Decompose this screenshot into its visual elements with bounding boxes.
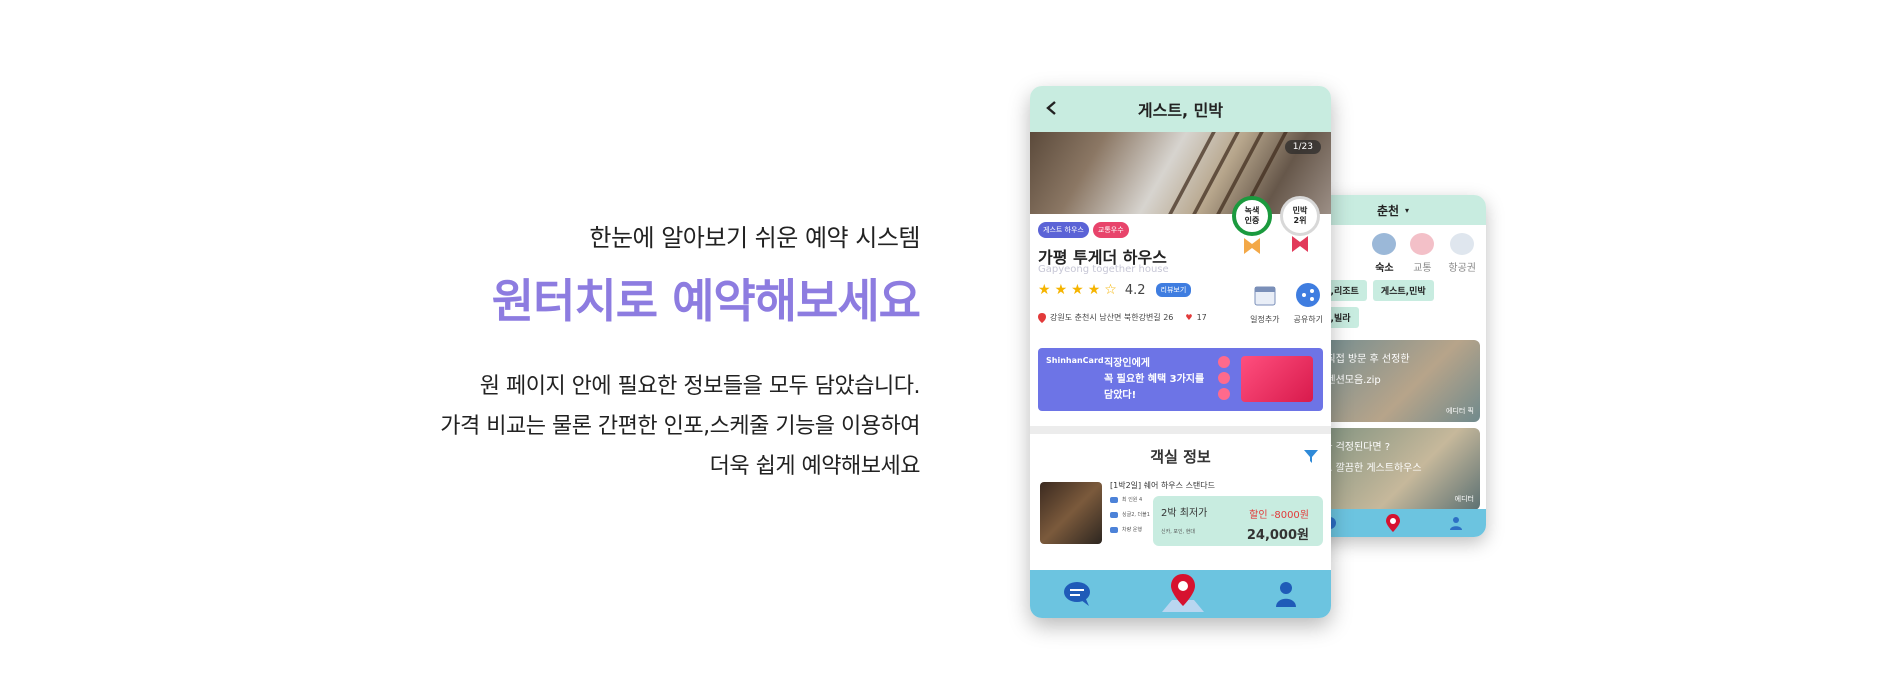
credit-card-image xyxy=(1241,356,1313,402)
category-label: 교통 xyxy=(1413,263,1432,274)
price-box[interactable]: 2박 최저가 할인 -8000원 신카, 포인, 현대 24,000원 xyxy=(1153,496,1323,546)
ribbon-icon xyxy=(1244,238,1260,254)
chat-icon[interactable] xyxy=(1063,580,1093,608)
app-header: 게스트, 민박 xyxy=(1030,86,1331,132)
half-star-icon: ☆ xyxy=(1104,282,1117,298)
headline: 원터치로 예약해보세요 xyxy=(491,274,921,328)
ad-text: 직장인에게 꼭 필요한 혜택 3가지를 담았다! xyxy=(1104,356,1204,404)
category-flight[interactable]: 항공권 xyxy=(1448,233,1476,274)
back-arrow-icon[interactable] xyxy=(1042,98,1062,118)
user-icon[interactable] xyxy=(1274,580,1298,608)
ad-banner[interactable]: ShinhanCard 직장인에게 꼭 필요한 혜택 3가지를 담았다! xyxy=(1038,348,1323,411)
benefit-icon xyxy=(1218,372,1230,384)
room-thumbnail[interactable] xyxy=(1040,482,1102,544)
payment-methods: 신카, 포인, 현대 xyxy=(1161,529,1195,535)
map-pin-icon[interactable] xyxy=(1384,513,1402,533)
editor-pick-card[interactable]: 가 직접 방문 후 선정한 변 펜션모음.zip 에디터 픽 xyxy=(1306,340,1480,422)
ribbon-icon xyxy=(1292,236,1308,252)
price: 24,000원 xyxy=(1246,528,1309,543)
star-icon: ★ xyxy=(1087,282,1101,298)
benefit-icon xyxy=(1218,388,1230,400)
listing-actions: 일정추가 공유하기 xyxy=(1250,282,1323,325)
rating: ★ ★ ★ ★ ☆ 4.2 리뷰보기 xyxy=(1038,282,1192,298)
desc-line-1: 원 페이지 안에 필요한 정보들을 모두 담았습니다. xyxy=(479,374,921,399)
calendar-icon xyxy=(1254,286,1276,306)
user-icon[interactable] xyxy=(1449,516,1463,530)
card-line-2: 변 펜션모음.zip xyxy=(1314,375,1381,386)
map-pin-icon[interactable] xyxy=(1158,572,1208,616)
price-label: 2박 최저가 xyxy=(1161,508,1208,519)
room-feature: 싱글2, 더블1 xyxy=(1110,511,1150,518)
ad-line-3: 담았다! xyxy=(1104,390,1137,401)
hero-stripe xyxy=(1192,132,1240,214)
location-label: 춘천 xyxy=(1376,203,1400,218)
page-title: 게스트, 민박 xyxy=(1137,101,1224,120)
category-label: 숙소 xyxy=(1375,263,1394,274)
subtitle: 한눈에 알아보기 쉬운 예약 시스템 xyxy=(589,224,920,252)
like-count: 17 xyxy=(1196,313,1207,322)
car-icon xyxy=(1410,233,1435,255)
desc-line-3: 더욱 쉽게 예약해보세요 xyxy=(709,454,921,479)
tag-chips: 게스트 하우스 교통우수 xyxy=(1038,222,1129,238)
action-label: 공유하기 xyxy=(1293,315,1323,324)
star-icon: ★ xyxy=(1071,282,1084,298)
filter-icon[interactable] xyxy=(1303,448,1319,464)
location-pin-icon xyxy=(1038,312,1046,323)
room-section-title: 객실 정보 xyxy=(1150,448,1211,466)
room-name: [1박2일] 쉐어 하우스 스탠다드 xyxy=(1110,481,1216,490)
rank-badge: 민박 2위 xyxy=(1280,196,1320,236)
listing-name-en: Gapyeong together house xyxy=(1038,264,1169,275)
category-label: 항공권 xyxy=(1448,263,1476,274)
room-feature: 최 인원 4 xyxy=(1110,496,1150,503)
plane-icon xyxy=(1450,233,1475,255)
benefit-icon xyxy=(1218,356,1230,368)
chevron-down-icon: ▾ xyxy=(1405,205,1410,215)
room-feature: 차량 운행 xyxy=(1110,526,1150,533)
editor-card[interactable]: 네가 걱정된다면 ? 하고 깔끔한 게스트하우스 에디터 xyxy=(1306,428,1480,510)
review-button[interactable]: 리뷰보기 xyxy=(1155,283,1192,297)
hero-stripe xyxy=(1168,132,1216,214)
share-icon xyxy=(1296,283,1321,307)
star-icon: ★ xyxy=(1038,282,1051,298)
section-divider xyxy=(1030,426,1331,434)
category-lodging[interactable]: 숙소 xyxy=(1372,233,1397,274)
card-source: 에디터 픽 xyxy=(1446,407,1474,415)
card-line-1: 네가 걱정된다면 ? xyxy=(1314,442,1391,453)
stage: 한눈에 알아보기 쉬운 예약 시스템 원터치로 예약해보세요 원 페이지 안에 … xyxy=(0,0,1900,700)
room-features: 최 인원 4 싱글2, 더블1 차량 운행 xyxy=(1110,496,1150,533)
bottom-nav xyxy=(1030,570,1331,618)
heart-icon[interactable]: ♥ xyxy=(1185,313,1192,322)
chip-transport: 교통우수 xyxy=(1092,222,1129,238)
benefit-icons xyxy=(1218,356,1230,400)
badge-text: 녹색 인증 xyxy=(1244,206,1260,225)
address: 강원도 춘천시 남산면 북한강변길 26 xyxy=(1050,313,1174,322)
action-label: 일정추가 xyxy=(1250,315,1280,324)
ad-line-2: 꼭 필요한 혜택 3가지를 xyxy=(1104,374,1205,385)
star-icon: ★ xyxy=(1054,282,1068,298)
category-transport[interactable]: 교통 xyxy=(1410,233,1435,274)
desc-line-2: 가격 비교는 물론 간편한 인포,스케줄 기능을 이용하여 xyxy=(440,414,920,439)
green-certified-badge: 녹색 인증 xyxy=(1232,196,1272,236)
card-line-2: 하고 깔끔한 게스트하우스 xyxy=(1314,463,1422,474)
chip-guesthouse: 게스트 하우스 xyxy=(1038,222,1089,238)
description: 원 페이지 안에 필요한 정보들을 모두 담았습니다. 가격 비교는 물론 간편… xyxy=(440,367,920,487)
share-button[interactable]: 공유하기 xyxy=(1294,282,1323,325)
image-counter: 1/23 xyxy=(1284,140,1321,154)
ad-line-1: 직장인에게 xyxy=(1104,358,1150,369)
discount: 할인 -8000원 xyxy=(1249,510,1309,521)
ad-brand: ShinhanCard xyxy=(1046,356,1104,365)
add-schedule-button[interactable]: 일정추가 xyxy=(1250,282,1280,325)
card-line-1: 가 직접 방문 후 선정한 xyxy=(1314,354,1410,365)
marketing-copy: 한눈에 알아보기 쉬운 예약 시스템 원터치로 예약해보세요 원 페이지 안에 … xyxy=(440,218,921,487)
card-source: 에디터 xyxy=(1454,495,1474,503)
tag-guesthouse[interactable]: 게스트,민박 xyxy=(1372,280,1434,301)
building-icon xyxy=(1372,233,1397,255)
badge-text: 민박 2위 xyxy=(1292,206,1308,225)
address-row: 강원도 춘천시 남산면 북한강변길 26 ♥ 17 xyxy=(1038,312,1207,323)
front-phone-mockup: 게스트, 민박 1/23 녹색 인증 민박 2위 게스트 하우스 교통우수 가평… xyxy=(1030,86,1331,618)
rating-score: 4.2 xyxy=(1124,282,1146,298)
